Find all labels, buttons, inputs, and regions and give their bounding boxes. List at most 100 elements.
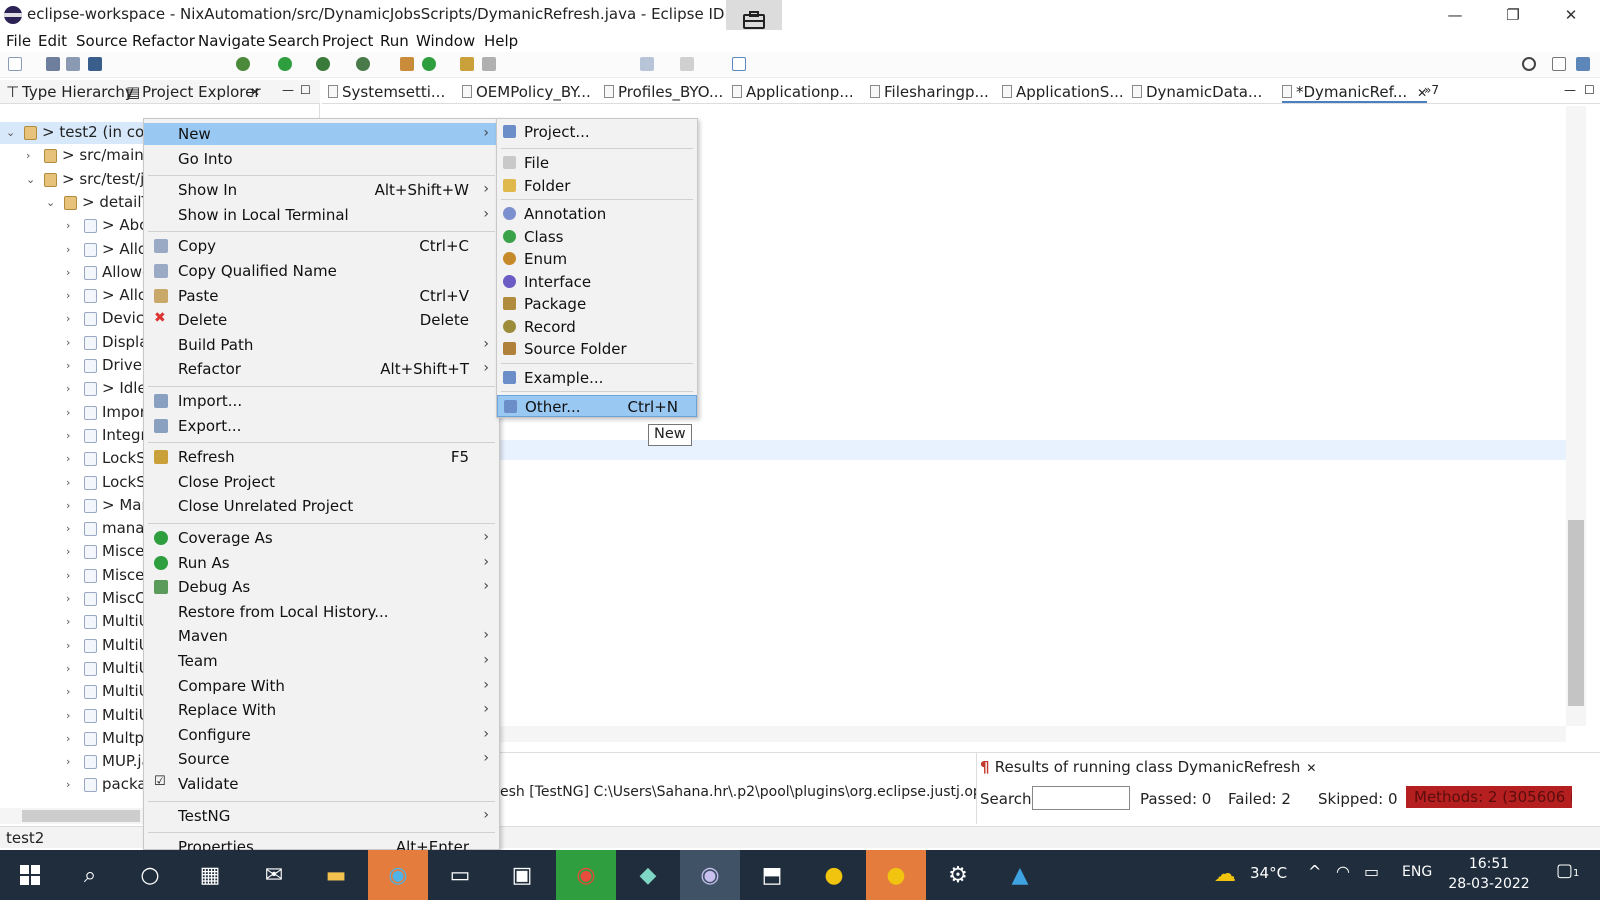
chevron-right-icon[interactable]: › [66, 615, 70, 628]
menu-item-debug-as[interactable]: Debug As › [144, 576, 499, 598]
chevron-right-icon[interactable]: › [66, 266, 70, 279]
menu-refactor[interactable]: Refactor [132, 32, 195, 50]
cortana-icon[interactable]: ○ [120, 850, 180, 900]
chevron-down-icon[interactable]: ⌄ [46, 196, 55, 209]
mail-icon[interactable]: ✉ [244, 850, 304, 900]
menu-item-go-into[interactable]: Go Into [144, 148, 499, 170]
cyberduck-icon[interactable]: ● [804, 850, 864, 900]
menu-item-coverage-as[interactable]: Coverage As › [144, 527, 499, 549]
chevron-right-icon[interactable]: › [66, 429, 70, 442]
menu-item-team[interactable]: Team › [144, 650, 499, 672]
tab-oempolicy[interactable]: OEMPolicy_BY... [462, 83, 591, 101]
minimize-view-icon[interactable]: — [282, 83, 294, 97]
battery-icon[interactable]: ▭ [1364, 862, 1379, 881]
chevron-right-icon[interactable]: › [66, 476, 70, 489]
chevron-right-icon[interactable]: › [66, 639, 70, 652]
photos-icon[interactable]: ▲ [990, 850, 1050, 900]
menu-item-maven[interactable]: Maven › [144, 625, 499, 647]
editor-horizontal-scrollbar[interactable] [500, 726, 1566, 742]
chevron-right-icon[interactable]: › [66, 359, 70, 372]
coverage-icon[interactable] [316, 57, 330, 71]
tree-item[interactable]: › Allowe [0, 262, 150, 284]
chevron-right-icon[interactable]: › [66, 522, 70, 535]
menu-item-copy[interactable]: Copy Ctrl+C [144, 235, 499, 257]
edge-icon[interactable]: ◉ [368, 850, 428, 900]
tree-item[interactable]: › > Allo [0, 285, 150, 307]
menu-item-replace-with[interactable]: Replace With › [144, 699, 499, 721]
menu-source[interactable]: Source [76, 32, 128, 50]
menu-item-source[interactable]: Source › [144, 748, 499, 770]
language-indicator[interactable]: ENG [1402, 864, 1432, 880]
menu-item-build-path[interactable]: Build Path › [144, 334, 499, 356]
tab-filesharing[interactable]: Filesharingp... [870, 83, 989, 101]
chevron-right-icon[interactable]: › [66, 336, 70, 349]
tree-item[interactable]: › MultiU [0, 658, 150, 680]
run-icon[interactable] [278, 57, 292, 71]
tree-item[interactable]: › manag [0, 518, 150, 540]
tab-dymanicrefresh[interactable]: *DymanicRef... ✕ [1282, 83, 1428, 103]
menu-item-refresh[interactable]: Refresh F5 [144, 446, 499, 468]
chevron-right-icon[interactable]: › [66, 382, 70, 395]
tab-type-hierarchy[interactable]: Type Hierarchy [22, 83, 134, 101]
chevron-right-icon[interactable]: › [66, 685, 70, 698]
tree-item[interactable]: › packa [0, 774, 150, 796]
editor-scroll-thumb[interactable] [1568, 520, 1584, 706]
chevron-right-icon[interactable]: › [66, 452, 70, 465]
results-tab[interactable]: ¶ Results of running class DymanicRefres… [980, 758, 1316, 776]
tab-applicationp[interactable]: Applicationp... [732, 83, 854, 101]
tab-profiles[interactable]: Profiles_BYO... [604, 83, 723, 101]
wifi-icon[interactable]: ◠ [1336, 862, 1350, 881]
chevron-right-icon[interactable]: › [66, 569, 70, 582]
results-search-input[interactable] [1032, 786, 1130, 810]
chevron-right-icon[interactable]: › [66, 732, 70, 745]
notes-icon[interactable]: ◆ [618, 850, 678, 900]
java-perspective-icon[interactable] [1576, 57, 1590, 71]
tree-item[interactable]: › MultiU [0, 681, 150, 703]
tree-item[interactable]: › > Idle [0, 378, 150, 400]
tree-item[interactable]: › MultiU [0, 705, 150, 727]
save-icon[interactable] [46, 57, 60, 71]
weather-icon[interactable]: ☁ [1214, 862, 1236, 887]
menu-file[interactable]: File [6, 32, 31, 50]
chevron-right-icon[interactable]: › [66, 778, 70, 791]
start-button[interactable] [0, 850, 60, 900]
chevron-right-icon[interactable]: › [66, 709, 70, 722]
chevron-right-icon[interactable]: › [66, 289, 70, 302]
chevron-up-icon[interactable]: ^ [1308, 862, 1321, 881]
tree-item[interactable]: ⌄ > detailTe [0, 192, 150, 214]
forward-icon[interactable] [680, 57, 694, 71]
menu-item-show-in-local-terminal[interactable]: Show in Local Terminal › [144, 204, 499, 226]
chevron-down-icon[interactable]: ⌄ [26, 173, 35, 186]
submenu-item-source-folder[interactable]: Source Folder [497, 338, 697, 360]
tree-item[interactable]: › > Abc [0, 215, 150, 237]
menu-navigate[interactable]: Navigate [198, 32, 265, 50]
chevron-right-icon[interactable]: › [26, 149, 30, 162]
chevron-right-icon[interactable]: › [66, 312, 70, 325]
app-window-icon[interactable]: ▣ [492, 850, 552, 900]
menu-item-configure[interactable]: Configure › [144, 724, 499, 746]
submenu-item-interface[interactable]: Interface [497, 271, 697, 293]
menu-window[interactable]: Window [416, 32, 475, 50]
external-tools-icon[interactable] [356, 57, 370, 71]
submenu-item-record[interactable]: Record [497, 316, 697, 338]
tree-item[interactable]: › LockS. [0, 448, 150, 470]
tree-item[interactable]: › Impor [0, 402, 150, 424]
teams-icon[interactable]: ● [866, 850, 926, 900]
tab-project-explorer[interactable]: Project Explorer [142, 83, 261, 101]
chevron-right-icon[interactable]: › [66, 755, 70, 768]
back-icon[interactable] [640, 57, 654, 71]
menu-run[interactable]: Run [380, 32, 409, 50]
submenu-item-folder[interactable]: Folder [497, 175, 697, 197]
open-type-icon[interactable] [460, 57, 474, 71]
menu-item-refactor[interactable]: Refactor Alt+Shift+T › [144, 358, 499, 380]
settings-icon[interactable]: ⚙ [928, 850, 988, 900]
chevron-right-icon[interactable]: › [66, 662, 70, 675]
submenu-item-enum[interactable]: Enum [497, 248, 697, 270]
chrome-icon[interactable]: ◉ [556, 850, 616, 900]
terminal-icon[interactable] [88, 57, 102, 71]
menu-item-delete[interactable]: ✖ Delete Delete [144, 309, 499, 331]
tree-item[interactable]: › > Allo [0, 239, 150, 261]
chevron-down-icon[interactable]: ⌄ [6, 126, 15, 139]
chevron-right-icon[interactable]: › [66, 499, 70, 512]
tab-dynamicdata[interactable]: DynamicData... [1132, 83, 1262, 101]
